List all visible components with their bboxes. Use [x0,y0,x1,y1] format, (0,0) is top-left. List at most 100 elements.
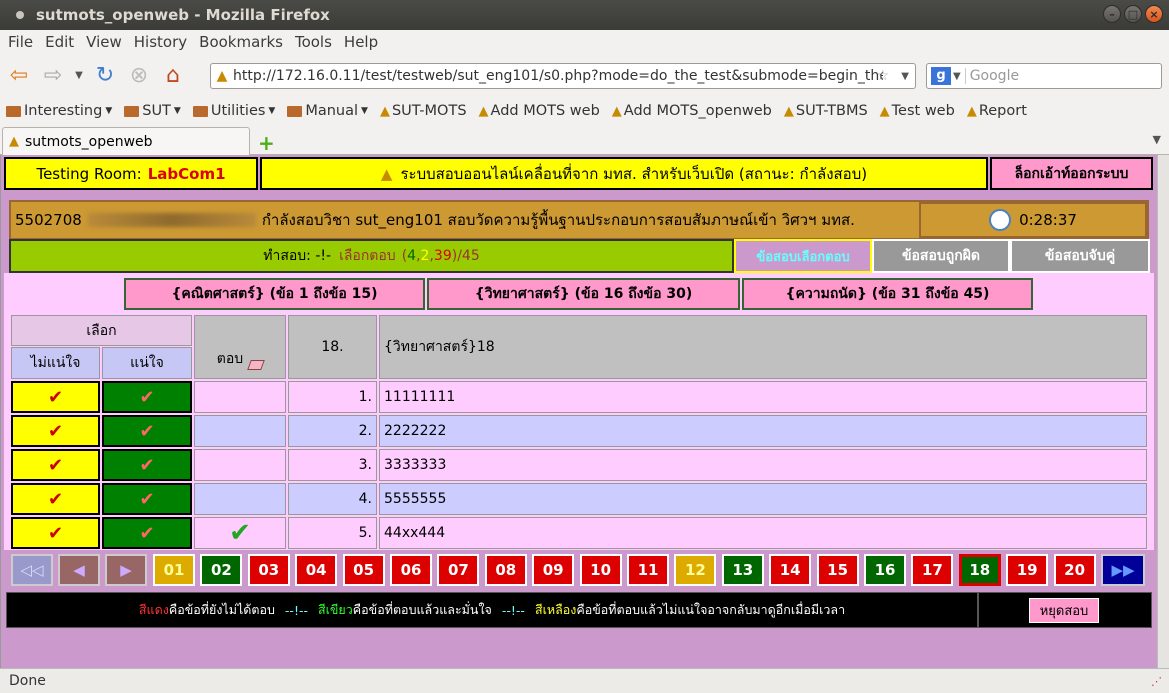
progress-unanswered-count: 39 [433,248,452,264]
page-button-02[interactable]: 02 [200,554,243,586]
page-button-04[interactable]: 04 [295,554,338,586]
menu-file[interactable]: File [4,33,41,51]
resize-grip-icon[interactable]: ⋰ [1151,675,1163,688]
prev-page-icon[interactable]: ◀ [58,554,100,586]
new-tab-icon[interactable]: + [258,131,275,155]
option-text[interactable]: 44xx444 [379,517,1147,549]
sure-checkbox[interactable]: ✔ [102,483,192,515]
bookmark-test-web[interactable]: ▲ Test web [880,103,955,119]
page-button-20[interactable]: 20 [1053,554,1096,586]
menu-help[interactable]: Help [340,33,386,51]
progress-label: เลือกตอบ [339,248,396,264]
legend-separator: --!-- [501,602,525,618]
stop-exam-button[interactable]: หยุดสอบ [1029,598,1099,623]
page-button-11[interactable]: 11 [627,554,669,586]
google-engine-icon[interactable]: g [931,67,951,85]
page-button-08[interactable]: 08 [484,554,527,586]
option-text[interactable]: 2222222 [379,415,1147,447]
unsure-checkbox[interactable]: ✔ [11,381,100,413]
vertical-scrollbar[interactable] [1157,155,1169,668]
check-icon: ✔ [139,386,155,408]
home-icon[interactable]: ⌂ [158,60,188,90]
tab-matching[interactable]: ข้อสอบจับคู่ [1010,239,1150,273]
page-button-19[interactable]: 19 [1006,554,1049,586]
subject-science[interactable]: {วิทยาศาสตร์} (ข้อ 16 ถึงข้อ 30) [427,278,740,310]
close-icon[interactable]: × [1145,5,1163,23]
sure-checkbox[interactable]: ✔ [102,381,192,413]
unsure-checkbox[interactable]: ✔ [11,517,100,549]
page-button-05[interactable]: 05 [342,554,385,586]
forward-icon[interactable]: ⇨ [38,60,68,90]
search-box[interactable]: g ▼ Google [926,63,1162,89]
bookmark-add-mots-web[interactable]: ▲ Add MOTS web [479,103,600,119]
student-id: 5502708 [15,211,82,229]
url-dropdown-icon[interactable]: ▼ [901,71,909,82]
page-button-01[interactable]: 01 [153,554,195,586]
menu-bookmarks[interactable]: Bookmarks [195,33,291,51]
check-icon: ✔ [139,488,155,510]
last-page-icon[interactable]: ▶▶ [1101,554,1145,586]
menu-edit[interactable]: Edit [41,33,82,51]
bookmark-folder-utilities[interactable]: Utilities ▼ [192,103,275,119]
page-button-14[interactable]: 14 [769,554,812,586]
subject-aptitude[interactable]: {ความถนัด} (ข้อ 31 ถึงข้อ 45) [742,278,1033,310]
tab-true-false[interactable]: ข้อสอบถูกผิด [872,239,1010,273]
unsure-checkbox[interactable]: ✔ [11,415,100,447]
tab-sutmots-openweb[interactable]: ▲ sutmots_openweb [2,127,250,155]
select-header: เลือก [11,315,192,346]
sure-checkbox[interactable]: ✔ [102,415,192,447]
page-button-13[interactable]: 13 [721,554,764,586]
bookmark-add-mots-openweb[interactable]: ▲ Add MOTS_openweb [612,103,772,119]
url-bar[interactable]: ▲ http://172.16.0.11/test/testweb/sut_en… [210,63,916,89]
bookmark-folder-manual[interactable]: Manual ▼ [287,103,368,119]
page-button-17[interactable]: 17 [911,554,954,586]
page-button-03[interactable]: 03 [247,554,290,586]
menu-history[interactable]: History [130,33,195,51]
history-dropdown-icon[interactable]: ▼ [72,60,86,90]
site-cone-icon: ▲ [379,103,390,119]
bookmark-report[interactable]: ▲ Report [967,103,1027,119]
bookmark-label: SUT [142,103,171,119]
bookmark-sut-mots[interactable]: ▲ SUT-MOTS [380,103,467,119]
option-text[interactable]: 3333333 [379,449,1147,481]
option-text[interactable]: 5555555 [379,483,1147,515]
sure-checkbox[interactable]: ✔ [102,517,192,549]
page-button-18[interactable]: 18 [958,554,1001,586]
unsure-checkbox[interactable]: ✔ [11,449,100,481]
bookmark-folder-sut[interactable]: SUT ▼ [124,103,181,119]
legend-red-word: สีแดง [138,602,169,617]
bookmark-folder-interesting[interactable]: Interesting ▼ [6,103,112,119]
tab-list-icon[interactable]: ▼ [1153,133,1161,146]
menu-tools[interactable]: Tools [291,33,340,51]
tab-multiple-choice[interactable]: ข้อสอบเลือกตอบ [734,239,872,273]
eraser-icon[interactable] [247,360,266,370]
first-page-icon[interactable]: ◁◁ [11,554,53,586]
maximize-icon[interactable]: □ [1124,5,1142,23]
next-page-icon[interactable]: ▶ [105,554,147,586]
menu-view[interactable]: View [82,33,130,51]
bookmark-star-icon[interactable]: ☆ [876,68,889,84]
option-text[interactable]: 11111111 [379,381,1147,413]
page-button-12[interactable]: 12 [674,554,717,586]
page-button-07[interactable]: 07 [437,554,480,586]
minimize-icon[interactable]: – [1103,5,1121,23]
unsure-checkbox[interactable]: ✔ [11,483,100,515]
page-button-10[interactable]: 10 [579,554,622,586]
page-button-15[interactable]: 15 [816,554,859,586]
bookmark-sut-tbms[interactable]: ▲ SUT-TBMS [784,103,868,119]
answered-check-icon: ✔ [229,518,251,548]
search-placeholder: Google [964,68,1019,84]
back-icon[interactable]: ⇦ [4,60,34,90]
page-button-09[interactable]: 09 [532,554,575,586]
sure-checkbox[interactable]: ✔ [102,449,192,481]
logout-button[interactable]: ล็อกเอ้าท์ออกระบบ [990,157,1153,190]
stop-icon[interactable]: ⊗ [124,60,154,90]
subject-math[interactable]: {คณิตศาสตร์} (ข้อ 1 ถึงข้อ 15) [124,278,425,310]
page-button-06[interactable]: 06 [390,554,432,586]
reload-icon[interactable]: ↻ [90,60,120,90]
page-button-16[interactable]: 16 [864,554,906,586]
legend-green-text: คือข้อที่ตอบแล้วและมั่นใจ [352,602,492,617]
engine-dropdown-icon[interactable]: ▼ [953,71,961,82]
window-menu-icon[interactable] [16,11,24,19]
folder-icon [192,105,208,117]
